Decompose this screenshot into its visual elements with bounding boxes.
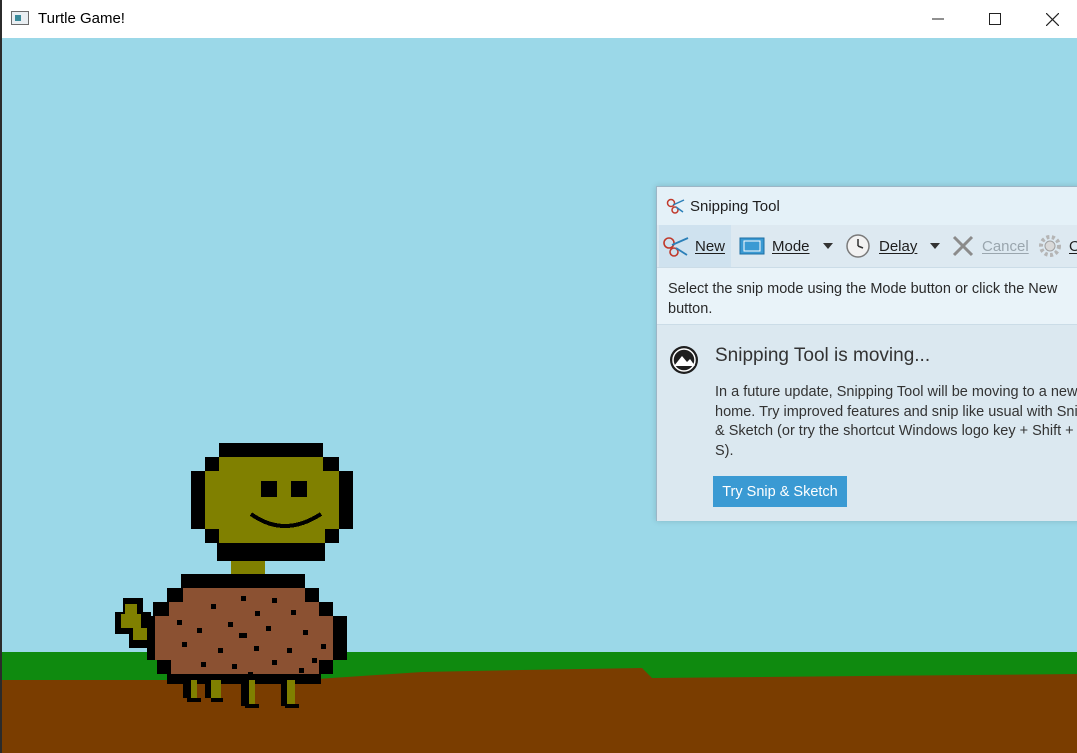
title-bar: Turtle Game! [2, 0, 1077, 38]
maximize-button[interactable] [966, 0, 1024, 38]
cancel-button[interactable]: Cancel [951, 225, 1031, 267]
clock-icon [846, 234, 870, 258]
new-snip-icon [663, 237, 689, 257]
delay-button[interactable]: Delay [845, 225, 945, 267]
right-eye [291, 481, 307, 497]
snipping-tool-toolbar: New Mode Delay Cancel O [657, 225, 1077, 267]
options-label: O [1069, 237, 1077, 255]
try-snip-sketch-button[interactable]: Try Snip & Sketch [713, 476, 847, 507]
snip-sketch-icon [670, 346, 698, 374]
minimize-icon [932, 18, 944, 20]
delay-label: Delay [879, 237, 918, 255]
app-icon [11, 11, 29, 25]
close-button[interactable] [1023, 0, 1077, 38]
minimize-button[interactable] [909, 0, 967, 38]
snipping-tool-window: Snipping Tool New Mode Delay Cancel O Se… [656, 186, 1077, 521]
window-title: Turtle Game! [38, 10, 125, 27]
snipping-tool-title: Snipping Tool [690, 198, 780, 215]
snipping-tool-title-bar: Snipping Tool [657, 187, 1077, 225]
options-button[interactable]: O [1037, 225, 1077, 267]
left-eye [261, 481, 277, 497]
instruction-bar: Select the snip mode using the Mode butt… [657, 267, 1077, 325]
chevron-down-icon[interactable] [822, 242, 834, 250]
moving-notice-panel: Snipping Tool is moving... In a future u… [657, 325, 1077, 521]
new-label: New [695, 237, 726, 255]
close-icon [1045, 12, 1059, 26]
mode-button[interactable]: Mode [739, 225, 839, 267]
cancel-label: Cancel [982, 237, 1029, 255]
gear-icon [1039, 235, 1061, 257]
instruction-text: Select the snip mode using the Mode butt… [668, 281, 1058, 317]
maximize-icon [989, 13, 1001, 25]
chevron-down-icon[interactable] [929, 242, 941, 250]
cancel-x-icon [952, 235, 974, 257]
new-snip-button[interactable]: New [659, 225, 731, 267]
mode-label: Mode [772, 237, 810, 255]
moving-body-text: In a future update, Snipping Tool will b… [715, 384, 1077, 459]
mode-icon [739, 237, 765, 255]
moving-heading: Snipping Tool is moving... [715, 345, 931, 366]
scissors-icon [666, 198, 685, 214]
